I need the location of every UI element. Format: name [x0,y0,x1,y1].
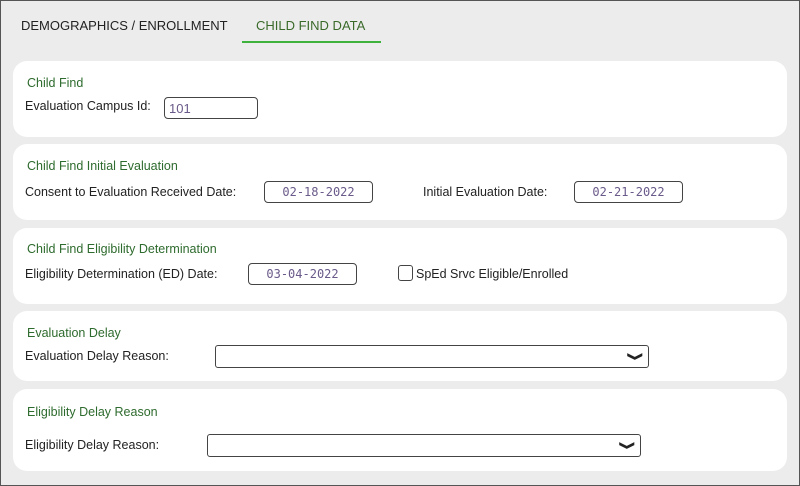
chevron-down-icon: ❯ [618,440,635,451]
active-tab-indicator [242,41,381,43]
sped-eligible-label: SpEd Srvc Eligible/Enrolled [416,267,569,281]
elig-delay-reason-select[interactable]: ❯ [207,434,641,457]
ed-date-input[interactable]: 03-04-2022 [248,263,357,285]
evaluation-campus-id-input[interactable]: 101 [164,97,258,119]
section-title: Child Find [27,76,84,90]
consent-date-input[interactable]: 02-18-2022 [264,181,373,203]
elig-delay-reason-label: Eligibility Delay Reason: [25,438,160,452]
ed-date-label: Eligibility Determination (ED) Date: [25,267,218,281]
evaluation-delay-section: Evaluation Delay Evaluation Delay Reason… [13,311,787,381]
child-find-section: Child Find Evaluation Campus Id: 101 [13,61,787,137]
initial-evaluation-section: Child Find Initial Evaluation Consent to… [13,144,787,220]
chevron-down-icon: ❯ [626,351,643,362]
sped-eligible-checkbox[interactable] [398,265,413,281]
section-title: Child Find Initial Evaluation [27,159,178,173]
section-title: Eligibility Delay Reason [27,405,158,419]
eval-delay-reason-select[interactable]: ❯ [215,345,649,368]
section-title: Evaluation Delay [27,326,121,340]
initial-eval-date-label: Initial Evaluation Date: [423,185,548,199]
tab-child-find-data[interactable]: CHILD FIND DATA [256,18,365,33]
tab-demographics-enrollment[interactable]: DEMOGRAPHICS / ENROLLMENT [21,18,228,33]
eligibility-determination-section: Child Find Eligibility Determination Eli… [13,228,787,304]
initial-eval-date-input[interactable]: 02-21-2022 [574,181,683,203]
eligibility-delay-section: Eligibility Delay Reason Eligibility Del… [13,389,787,471]
consent-date-label: Consent to Evaluation Received Date: [25,185,237,199]
section-title: Child Find Eligibility Determination [27,242,217,256]
campus-id-label: Evaluation Campus Id: [25,99,151,113]
eval-delay-reason-label: Evaluation Delay Reason: [25,349,169,363]
